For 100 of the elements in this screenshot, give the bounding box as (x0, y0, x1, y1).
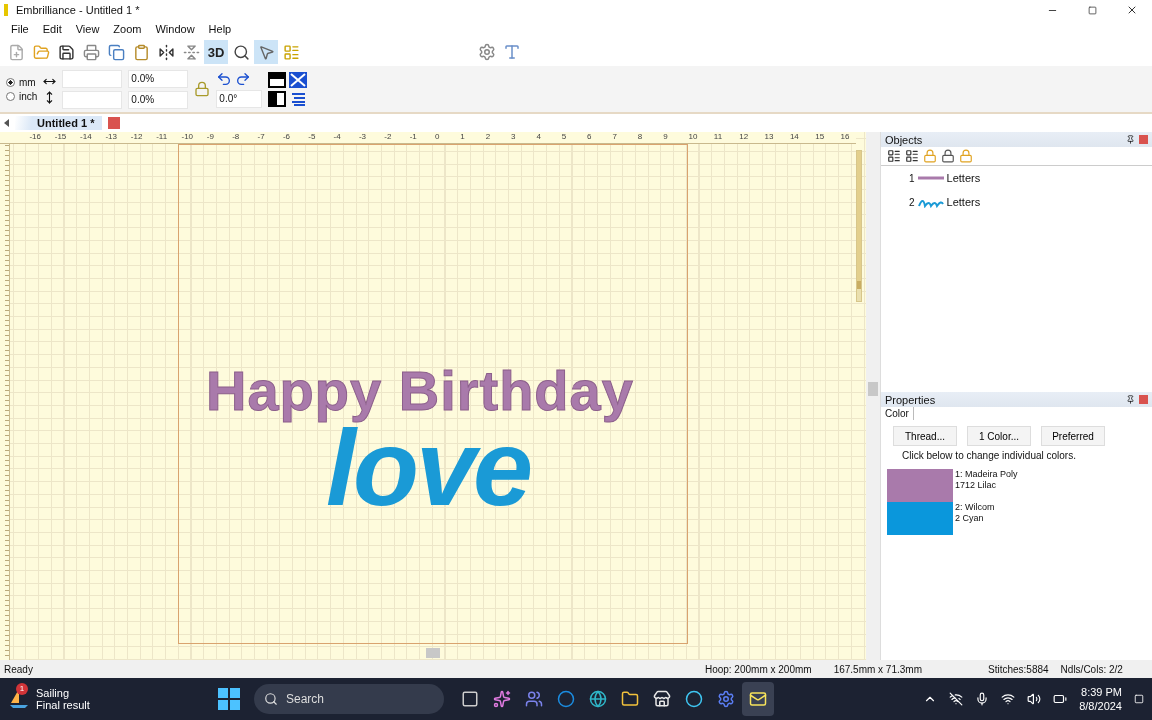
status-text: Ready (4, 663, 33, 675)
height-field[interactable] (62, 90, 123, 109)
ruler-label: -13 (105, 132, 117, 142)
menu-item[interactable]: Help (201, 23, 239, 35)
volume-icon[interactable] (1027, 692, 1042, 706)
clock[interactable]: 8:39 PM 8/8/2024 (1079, 685, 1122, 713)
ruler-label: -9 (206, 132, 214, 142)
app-icon (685, 690, 703, 708)
app-icon (621, 690, 639, 708)
height-scale-field[interactable]: 0.0% (128, 90, 189, 109)
toolbar-icon (257, 43, 275, 61)
menu-item[interactable]: File (4, 23, 36, 35)
menu-item[interactable]: Zoom (106, 23, 149, 35)
ruler-label: -14 (80, 132, 92, 142)
pin-icon[interactable] (1126, 395, 1135, 404)
widget-subtitle: Final result (36, 699, 90, 711)
object-item[interactable]: 1 Letters (881, 166, 1152, 190)
rotation-field[interactable]: 0.0° (216, 89, 263, 108)
hint-text: Click below to change individual colors. (901, 449, 1077, 463)
ruler-label: 7 (612, 132, 617, 142)
ruler-label: -8 (232, 132, 240, 142)
width-field[interactable] (62, 69, 123, 88)
align-icon[interactable] (289, 90, 308, 107)
ruler-label: 3 (511, 132, 516, 142)
color-swatch[interactable] (887, 469, 953, 502)
toolbar-icon (182, 43, 200, 61)
ruler-label: 9 (663, 132, 668, 142)
panel-title: Objects (885, 133, 924, 146)
status-text: 167.5mm x 71.3mm (833, 663, 922, 675)
color-swatch[interactable] (887, 502, 953, 535)
menu-item[interactable]: Edit (35, 23, 69, 35)
toolbar-icon (82, 43, 100, 61)
widget-title: Sailing (36, 687, 71, 699)
rotate-right-icon[interactable] (235, 70, 252, 87)
search-icon (264, 692, 278, 706)
app-logo-icon (4, 4, 8, 16)
wifi-icon[interactable] (1001, 692, 1016, 706)
microphone-icon[interactable] (975, 692, 990, 706)
toolbar-icon (132, 43, 150, 61)
notification-icon[interactable] (1134, 694, 1144, 704)
object-item[interactable]: 2 Letters (881, 190, 1152, 214)
ruler-label: -10 (181, 132, 194, 142)
ruler-label: 0 (435, 132, 440, 142)
menu-item[interactable]: Window (148, 23, 202, 35)
unit-radio[interactable]: mm (6, 76, 38, 88)
taskbar-app[interactable] (742, 682, 774, 716)
toolbar-icon (57, 43, 75, 61)
unit-radio[interactable]: inch (6, 90, 38, 102)
panel-button[interactable]: 1 Color... (967, 426, 1031, 446)
color-tab[interactable]: Color (881, 407, 914, 420)
notification-badge: 1 (16, 683, 28, 695)
tab-close-button[interactable] (108, 117, 121, 129)
ruler-label: -5 (308, 132, 316, 142)
width-scale-field[interactable]: 0.0% (128, 69, 189, 88)
ruler-label: -12 (130, 132, 143, 142)
search-field[interactable]: Search (254, 684, 444, 714)
ruler-label: 13 (764, 132, 774, 142)
slider-thumb[interactable] (857, 151, 861, 289)
app-icon (493, 690, 511, 708)
maximize-button[interactable] (1087, 5, 1097, 15)
ruler-label: 4 (536, 132, 541, 142)
ruler-label: -15 (54, 132, 67, 142)
panel-title: Properties (885, 393, 937, 406)
scrollbar-thumb[interactable] (426, 648, 440, 658)
ruler-label: 2 (485, 132, 491, 142)
status-text: Ndls/Cols: 2/2 (1060, 663, 1123, 675)
app-icon (525, 690, 543, 708)
app-icon (461, 690, 479, 708)
ruler-label: -3 (358, 132, 367, 142)
document-tab[interactable]: Untitled 1 * (15, 116, 103, 130)
ruler-label: -7 (257, 132, 265, 142)
scroll-left-icon[interactable] (4, 119, 9, 127)
app-icon (653, 690, 671, 708)
fill-top-icon[interactable] (268, 71, 287, 88)
toolbar-icon (157, 43, 175, 61)
3d-view-button[interactable]: 3D (204, 40, 228, 64)
ruler-label: -11 (156, 132, 168, 142)
lock-icon[interactable] (941, 149, 955, 163)
start-icon[interactable] (218, 688, 240, 710)
design-canvas[interactable]: -16 -15 -14 -13 -12 -11 -10 -9 -8 -7 -6 -5 -4 -3 -2 -1 0 1 2 3 4 5 6 7 8 9 10 11 12 13 14 15 16 Happy Birthday love (0, 132, 866, 660)
scrollbar-thumb[interactable] (868, 382, 878, 396)
pin-icon[interactable] (1126, 135, 1135, 144)
toolbar-icon (32, 43, 50, 61)
app-icon (557, 690, 575, 708)
app-icon (749, 690, 767, 708)
menu-item[interactable]: View (68, 23, 107, 35)
ruler-label: 6 (587, 132, 592, 142)
close-button[interactable] (1126, 4, 1138, 16)
group-icon[interactable] (887, 149, 901, 163)
panel-button[interactable]: Thread... (893, 426, 957, 446)
toolbar-icon (7, 43, 25, 61)
network-off-icon[interactable] (949, 692, 964, 706)
rotate-left-icon[interactable] (216, 70, 233, 87)
fit-icon[interactable] (289, 71, 308, 88)
ruler-label: -6 (282, 132, 290, 142)
fill-left-icon[interactable] (268, 90, 287, 107)
panel-button[interactable]: Preferred (1041, 426, 1105, 446)
group-icon[interactable] (905, 149, 919, 163)
battery-icon[interactable] (1053, 692, 1068, 706)
ruler-label: 5 (561, 132, 567, 142)
